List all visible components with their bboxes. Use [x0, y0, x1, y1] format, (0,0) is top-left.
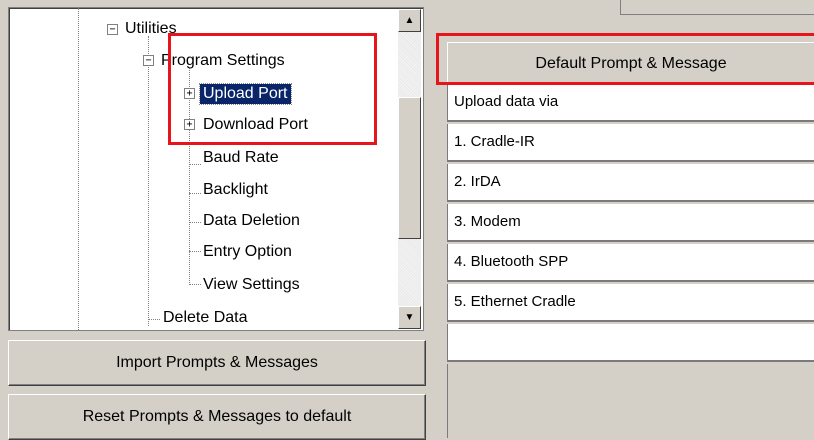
tree-item-baud-rate[interactable]: Baud Rate: [200, 148, 282, 168]
grid-row[interactable]: 2. IrDA: [447, 164, 814, 202]
scrollbar-thumb[interactable]: [398, 97, 421, 239]
highlight-box-tree: [168, 33, 377, 145]
grid-row[interactable]: 1. Cradle-IR: [447, 124, 814, 162]
tree-item-backlight[interactable]: Backlight: [200, 180, 271, 200]
top-panel-edge: [620, 0, 814, 15]
minus-box-icon[interactable]: −: [143, 55, 154, 66]
arrow-up-icon[interactable]: ▲: [398, 9, 421, 32]
grid-empty-area: [447, 364, 814, 438]
tree-guide-line: [78, 8, 79, 330]
grid-row[interactable]: 3. Modem: [447, 204, 814, 242]
grid-row[interactable]: 4. Bluetooth SPP: [447, 244, 814, 282]
tree-scrollbar[interactable]: ▲ ▼: [398, 9, 421, 329]
reset-prompts-button[interactable]: Reset Prompts & Messages to default: [8, 394, 426, 440]
import-prompts-button[interactable]: Import Prompts & Messages: [8, 340, 426, 386]
tree-guide-line: [148, 36, 149, 326]
grid-row[interactable]: 5. Ethernet Cradle: [447, 284, 814, 322]
tree-branch: [148, 319, 160, 320]
tree-item-data-deletion[interactable]: Data Deletion: [200, 211, 303, 231]
tree-item-delete-data[interactable]: Delete Data: [160, 308, 251, 328]
highlight-box-header: [436, 33, 814, 85]
minus-box-icon[interactable]: −: [107, 24, 118, 35]
tree-item-entry-option[interactable]: Entry Option: [200, 242, 295, 262]
prompt-message-grid: Default Prompt & Message Upload data via…: [437, 32, 814, 438]
grid-row[interactable]: Upload data via: [447, 84, 814, 122]
arrow-down-icon[interactable]: ▼: [398, 306, 421, 329]
tree-item-view-settings[interactable]: View Settings: [200, 275, 303, 295]
grid-row[interactable]: [447, 324, 814, 362]
